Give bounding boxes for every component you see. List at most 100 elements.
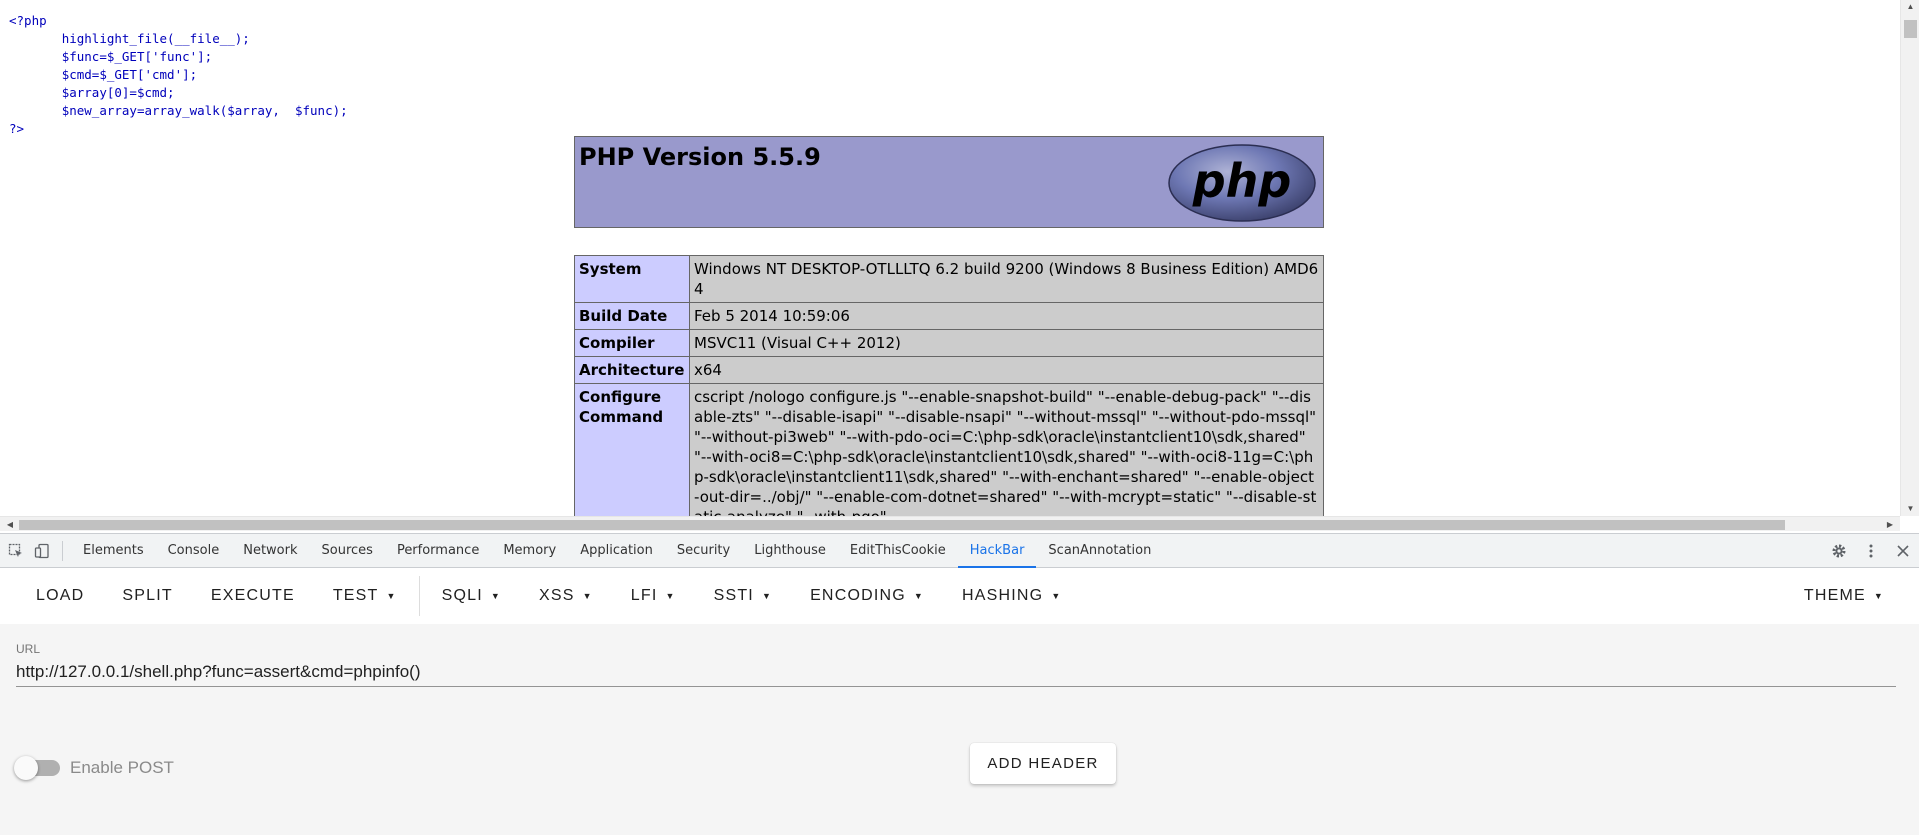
split-label: SPLIT (122, 587, 173, 604)
toggle-knob[interactable] (14, 756, 38, 780)
devtools-tabbar: Elements Console Network Sources Perform… (0, 534, 1919, 568)
table-row: Architecture x64 (574, 356, 1324, 384)
sqli-menu-button[interactable]: SQLI ▼ (423, 578, 520, 614)
php-logo-text: php (1192, 154, 1292, 208)
tab-network[interactable]: Network (231, 534, 309, 568)
caret-down-icon: ▼ (582, 591, 593, 601)
gear-icon[interactable] (1829, 541, 1849, 561)
hackbar-toolbar: LOAD SPLIT EXECUTE TEST ▼ SQLI ▼ XSS ▼ LFI ▼… (0, 568, 1919, 624)
enable-post-toggle[interactable]: Enable POST (14, 756, 174, 780)
page-viewport: <?php highlight_file(__file__); $func=$_… (0, 0, 1919, 531)
php-source-code: <?php highlight_file(__file__); $func=$_… (9, 12, 348, 138)
caret-down-icon: ▼ (761, 591, 773, 601)
row-value: x64 (689, 356, 1324, 384)
encoding-label: ENCODING (810, 587, 906, 605)
toggle-track[interactable] (14, 756, 60, 780)
test-menu-button[interactable]: TEST ▼ (314, 578, 416, 614)
tab-hackbar[interactable]: HackBar (957, 534, 1037, 568)
phpinfo-panel: PHP Version 5.5.9 php System Windows NT … (574, 136, 1324, 531)
hashing-label: HASHING (962, 587, 1044, 605)
code-line: $new_array=array_walk($array, $func); (9, 103, 348, 118)
code-line-4: $array[0]=$cmd; (61, 85, 175, 100)
php-close-tag: ?> (9, 121, 25, 136)
close-icon[interactable] (1893, 541, 1913, 561)
hashing-menu-button[interactable]: HASHING ▼ (943, 578, 1080, 614)
php-logo-icon[interactable]: php (1167, 143, 1317, 223)
inspect-element-icon[interactable] (6, 541, 26, 561)
table-row: Build Date Feb 5 2014 10:59:06 (574, 302, 1324, 330)
caret-down-icon: ▼ (1051, 591, 1062, 601)
row-key: Compiler (574, 329, 690, 357)
tab-application[interactable]: Application (568, 534, 665, 568)
code-line-3: $cmd=$_GET['cmd']; (61, 67, 198, 82)
table-row: System Windows NT DESKTOP-OTLLLTQ 6.2 bu… (574, 255, 1324, 303)
devtools-right-controls (1823, 541, 1919, 561)
code-line: $func=$_GET['func']; (9, 49, 213, 64)
xss-label: XSS (539, 587, 575, 605)
code-line: $array[0]=$cmd; (9, 85, 175, 100)
code-line-2: $func=$_GET['func']; (61, 49, 213, 64)
encoding-menu-button[interactable]: ENCODING ▼ (791, 578, 943, 614)
tab-elements[interactable]: Elements (71, 534, 156, 568)
xss-menu-button[interactable]: XSS ▼ (520, 578, 612, 614)
horizontal-scroll-thumb[interactable] (19, 520, 1785, 530)
code-line-5: $new_array=array_walk($array, $func); (61, 103, 348, 118)
row-value: MSVC11 (Visual C++ 2012) (689, 329, 1324, 357)
theme-label: THEME (1803, 587, 1866, 605)
tab-security[interactable]: Security (665, 534, 742, 568)
more-vert-icon[interactable] (1861, 541, 1881, 561)
row-key: Architecture (574, 356, 690, 384)
code-line: highlight_file(__file__); (9, 31, 250, 46)
vertical-scrollbar[interactable]: ▲ ▼ (1900, 0, 1919, 516)
code-line-1: highlight_file(__file__); (61, 31, 250, 46)
row-key: Build Date (574, 302, 690, 330)
phpinfo-header: PHP Version 5.5.9 php (574, 136, 1324, 228)
split-button[interactable]: SPLIT (103, 578, 191, 614)
url-label: URL (16, 642, 41, 656)
php-open-tag: <?php (9, 13, 47, 28)
table-row: Compiler MSVC11 (Visual C++ 2012) (574, 329, 1324, 357)
url-input[interactable] (16, 657, 1896, 687)
php-version-title: PHP Version 5.5.9 (579, 143, 821, 171)
test-label: TEST (332, 587, 379, 605)
tab-console[interactable]: Console (156, 534, 232, 568)
scroll-right-arrow-icon[interactable]: ▶ (1882, 517, 1898, 531)
code-line: $cmd=$_GET['cmd']; (9, 67, 197, 82)
table-row: Configure Command cscript /nologo config… (574, 383, 1324, 531)
vertical-scroll-thumb[interactable] (1904, 20, 1917, 38)
row-value: Feb 5 2014 10:59:06 (689, 302, 1324, 330)
tabbar-divider (62, 540, 63, 561)
execute-label: EXECUTE (210, 587, 295, 604)
sqli-label: SQLI (441, 587, 483, 605)
scroll-left-arrow-icon[interactable]: ◀ (2, 517, 18, 531)
device-toolbar-icon[interactable] (32, 541, 52, 561)
tab-memory[interactable]: Memory (491, 534, 568, 568)
horizontal-scrollbar[interactable]: ◀ ▶ (0, 516, 1900, 531)
caret-down-icon: ▼ (386, 591, 397, 601)
toolbar-divider (418, 576, 420, 616)
phpinfo-table: System Windows NT DESKTOP-OTLLLTQ 6.2 bu… (574, 255, 1324, 531)
caret-down-icon: ▼ (665, 591, 676, 601)
execute-button[interactable]: EXECUTE (192, 578, 314, 614)
row-key: Configure Command (574, 383, 690, 531)
lfi-menu-button[interactable]: LFI ▼ (612, 578, 695, 614)
tab-scanannotation[interactable]: ScanAnnotation (1036, 534, 1163, 568)
lfi-label: LFI (630, 587, 658, 605)
ssti-label: SSTI (713, 587, 754, 605)
tab-editthiscookie[interactable]: EditThisCookie (838, 534, 958, 568)
enable-post-label: Enable POST (70, 758, 174, 777)
row-key: System (574, 255, 690, 303)
row-value: Windows NT DESKTOP-OTLLLTQ 6.2 build 920… (689, 255, 1324, 303)
ssti-menu-button[interactable]: SSTI ▼ (695, 578, 791, 614)
theme-menu-button[interactable]: THEME ▼ (1785, 578, 1903, 614)
tab-lighthouse[interactable]: Lighthouse (742, 534, 838, 568)
hackbar-body: URL Enable POST ADD HEADER (0, 624, 1919, 835)
load-button[interactable]: LOAD (0, 578, 103, 614)
tab-performance[interactable]: Performance (385, 534, 491, 568)
tab-sources[interactable]: Sources (310, 534, 385, 568)
add-header-button[interactable]: ADD HEADER (970, 743, 1116, 784)
devtools-panel: Elements Console Network Sources Perform… (0, 533, 1919, 835)
scroll-down-arrow-icon[interactable]: ▼ (1901, 502, 1919, 516)
scroll-up-arrow-icon[interactable]: ▲ (1901, 0, 1919, 14)
caret-down-icon: ▼ (490, 591, 502, 601)
